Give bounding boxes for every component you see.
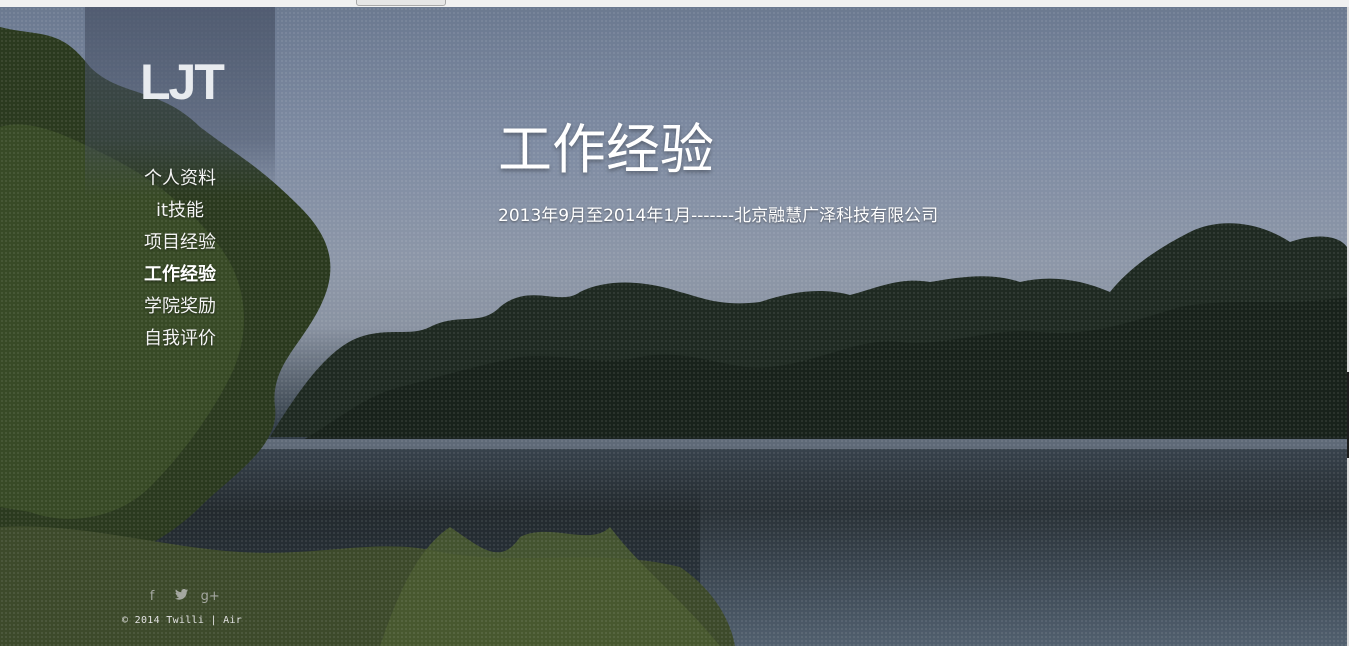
nav-item-projects[interactable]: 项目经验 [85,231,275,263]
sidebar-nav: 个人资料 it技能 项目经验 工作经验 学院奖励 自我评价 [85,167,275,359]
google-plus-icon[interactable]: g+ [198,589,222,604]
site-logo[interactable]: LJT [140,57,225,107]
browser-tab[interactable] [356,0,446,6]
work-experience-entry: 2013年9月至2014年1月-------北京融慧广泽科技有限公司 [498,206,939,226]
nav-item-self-evaluation[interactable]: 自我评价 [85,327,275,359]
nav-item-work-experience[interactable]: 工作经验 [85,263,275,295]
nav-item-it-skills[interactable]: it技能 [85,199,275,231]
nav-item-profile[interactable]: 个人资料 [85,167,275,199]
facebook-icon[interactable]: f [140,589,164,604]
twitter-icon[interactable] [169,589,193,604]
social-links: f g+ [140,585,230,605]
main-content: 工作经验 2013年9月至2014年1月-------北京融慧广泽科技有限公司 [498,117,1318,226]
nav-item-awards[interactable]: 学院奖励 [85,295,275,327]
page-title: 工作经验 [498,118,714,181]
footer-copyright: © 2014 Twilli | Air [122,615,243,626]
sidebar: LJT 个人资料 it技能 项目经验 工作经验 学院奖励 自我评价 f g+ ©… [85,7,275,646]
